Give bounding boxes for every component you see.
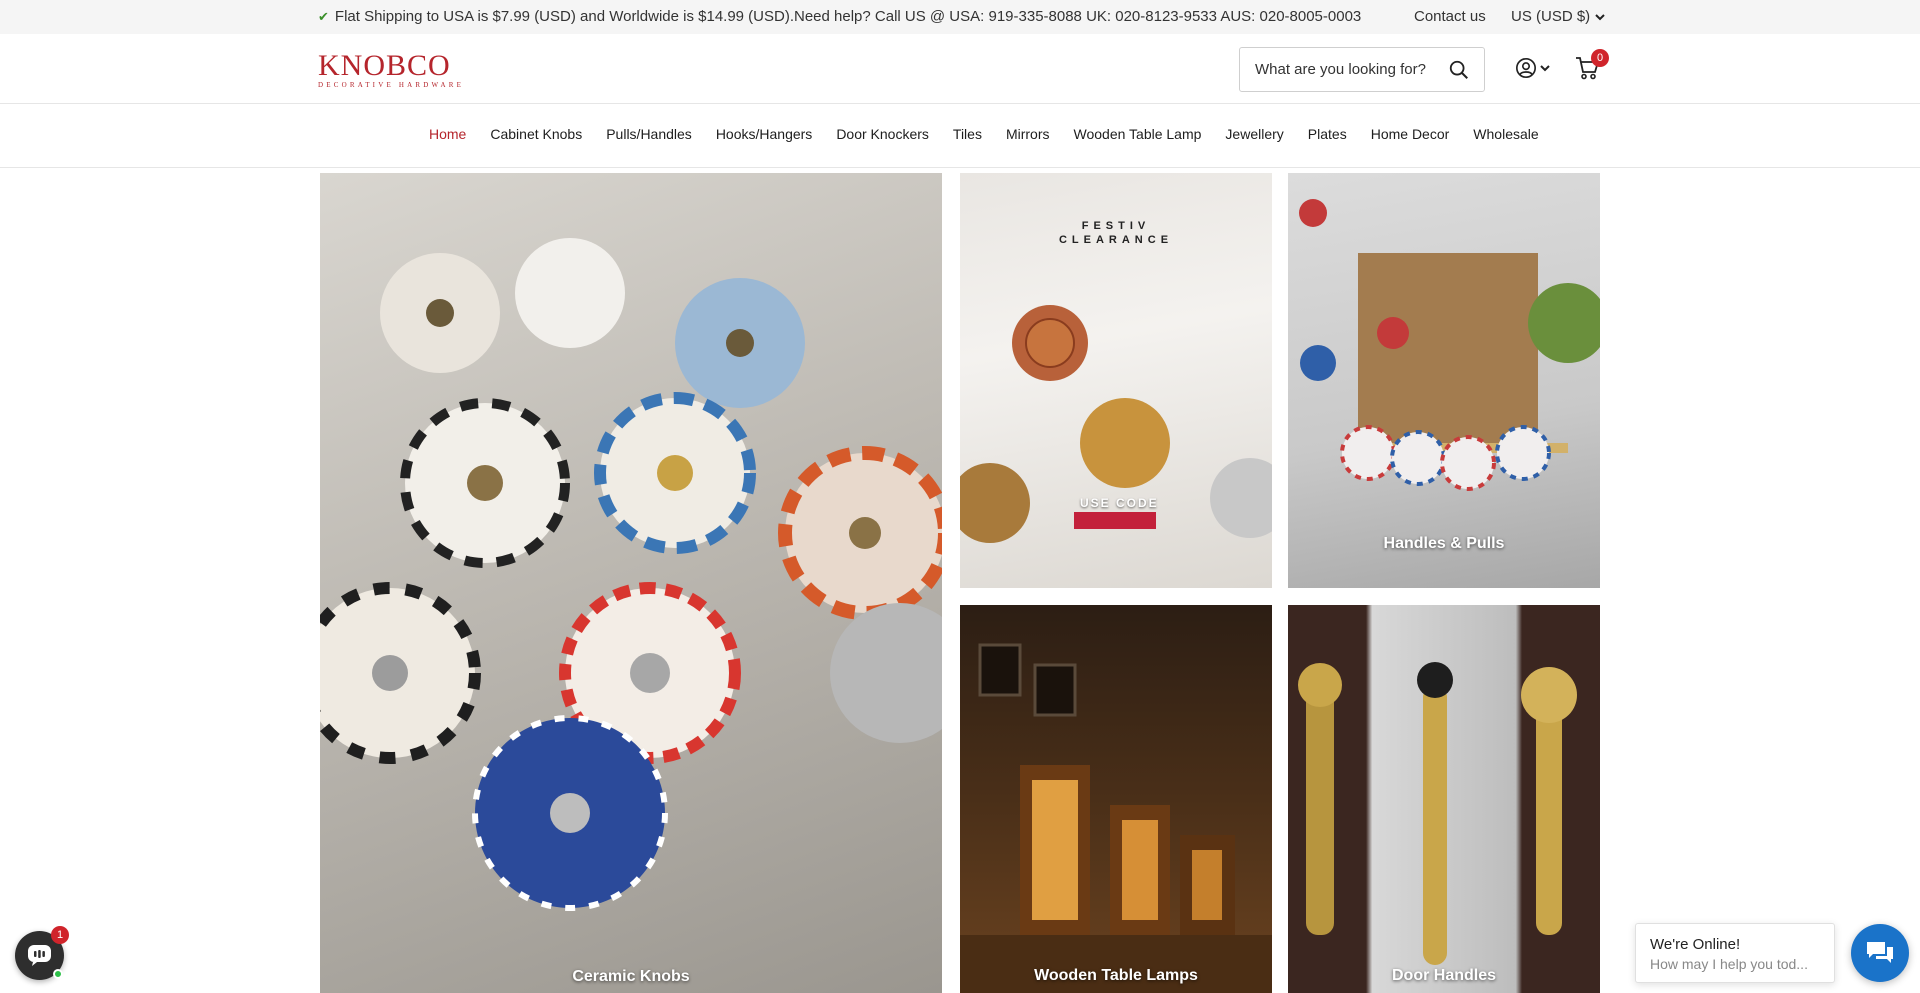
cart-button[interactable]: 0 [1574,49,1609,83]
currency-label: US (USD $) [1511,8,1591,25]
site-header: KNOBCO DECORATIVE HARDWARE 0 [0,34,1920,104]
main-navigation: Home Cabinet Knobs Pulls/Handles Hooks/H… [0,104,1920,168]
chat-icon [1867,942,1893,963]
shipping-announcement: ✔ Flat Shipping to USA is $7.99 (USD) an… [318,8,1361,25]
door-handles-image [1298,662,1577,965]
tile-ceramic-knobs[interactable]: Ceramic Knobs [320,173,942,993]
currency-selector[interactable]: US (USD $) [1511,8,1606,25]
user-icon [1516,58,1536,78]
wooden-lamps-image [960,643,1272,993]
nav-item-cabinet-knobs[interactable]: Cabinet Knobs [490,126,582,142]
tile-caption-handles-pulls: Handles & Pulls [1383,535,1505,552]
nav-item-pulls-handles[interactable]: Pulls/Handles [606,126,692,142]
chat-prompt-text: How may I help you tod... [1650,956,1808,972]
nav-item-mirrors[interactable]: Mirrors [1006,126,1050,142]
nav-item-door-knockers[interactable]: Door Knockers [836,126,929,142]
chat-launcher-button[interactable]: 1 [15,926,69,980]
tile-wooden-table-lamps[interactable]: Wooden Table Lamps [960,605,1272,993]
nav-item-wooden-table-lamp[interactable]: Wooden Table Lamp [1074,126,1202,142]
account-menu[interactable] [1515,57,1551,79]
chat-status-text: We're Online! [1650,936,1741,953]
handles-pulls-image [1299,199,1600,491]
check-icon: ✔ [318,8,329,24]
nav-item-tiles[interactable]: Tiles [953,126,982,142]
nav-item-jewellery[interactable]: Jewellery [1225,126,1283,142]
live-chat-button[interactable] [1851,924,1909,982]
search-input[interactable] [1240,61,1440,78]
search-icon[interactable] [1448,59,1470,81]
chat-greeting-card[interactable]: We're Online! How may I help you tod... [1635,923,1835,983]
nav-item-wholesale[interactable]: Wholesale [1473,126,1538,142]
promo-title-line-1: FESTIV [1081,220,1151,232]
promo-use-code: USE CODE [1080,496,1159,510]
chevron-down-icon [1540,65,1550,72]
announcement-text: Flat Shipping to USA is $7.99 (USD) and … [334,8,1362,25]
contact-us-link[interactable]: Contact us [1414,8,1486,25]
tile-door-handles[interactable]: Door Handles [1288,605,1600,993]
tile-festive-clearance[interactable]: FESTIV CLEARANCE USE CODE [960,173,1272,588]
nav-item-plates[interactable]: Plates [1308,126,1347,142]
tile-handles-pulls[interactable]: Handles & Pulls [1288,173,1600,588]
nav-item-home-decor[interactable]: Home Decor [1371,126,1450,142]
tile-caption-door-handles: Door Handles [1391,967,1496,984]
site-logo[interactable]: KNOBCO DECORATIVE HARDWARE [318,51,468,91]
cart-count-badge: 0 [1591,49,1609,67]
ceramic-knobs-image [320,238,942,911]
chat-icon [28,945,51,966]
promo-title-line-2: CLEARANCE [1058,234,1174,246]
logo-tagline: DECORATIVE HARDWARE [318,81,465,89]
chevron-down-icon [1595,13,1605,20]
promo-code-box [1074,512,1156,529]
logo-wordmark: KNOBCO [318,49,451,82]
tile-caption-ceramic-knobs: Ceramic Knobs [572,968,690,985]
nav-item-hooks-hangers[interactable]: Hooks/Hangers [716,126,813,142]
chat-notification-badge: 1 [51,926,69,944]
online-status-dot [53,969,63,979]
announcement-bar: ✔ Flat Shipping to USA is $7.99 (USD) an… [0,0,1920,34]
nav-item-home[interactable]: Home [429,126,466,142]
search-box [1239,47,1485,92]
tile-caption-wooden-lamps: Wooden Table Lamps [1034,967,1198,984]
